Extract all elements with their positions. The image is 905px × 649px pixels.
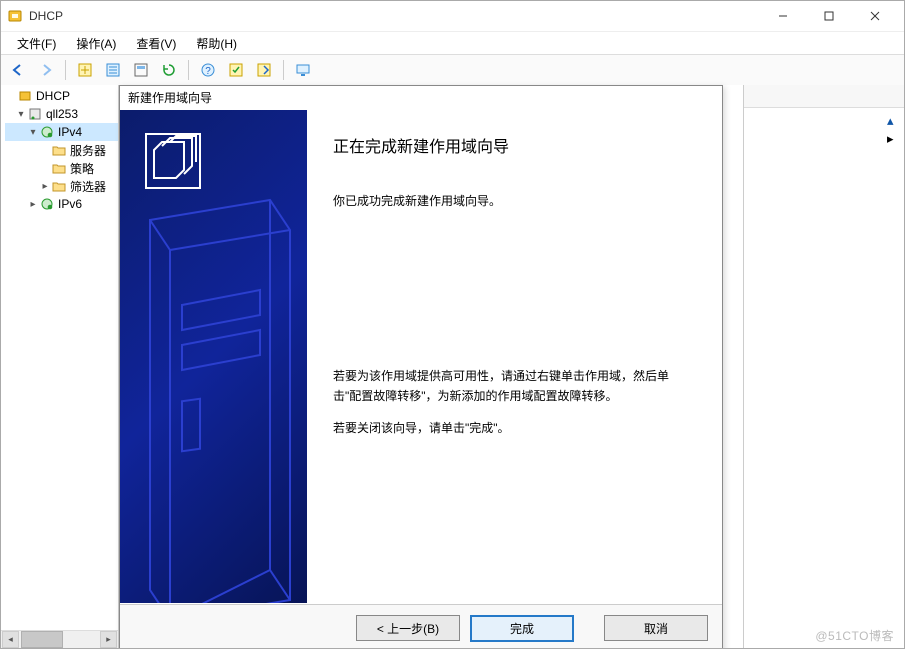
tree-ipv6[interactable]: ▸ IPv6 (5, 195, 118, 213)
wizard-title: 新建作用域向导 (120, 86, 722, 112)
toolbar-action1-icon[interactable] (223, 57, 249, 83)
window-title: DHCP (29, 9, 760, 23)
scroll-left-icon[interactable]: ◂ (2, 631, 19, 648)
wizard-footer: < 上一步(B) 完成 取消 (120, 604, 722, 649)
horizontal-scrollbar[interactable]: ◂ ▸ (1, 630, 118, 648)
menu-view[interactable]: 查看(V) (126, 33, 186, 54)
wizard-text-1: 你已成功完成新建作用域向导。 (333, 191, 696, 211)
tree-filters[interactable]: ▸ 筛选器 (5, 177, 118, 195)
wizard-heading: 正在完成新建作用域向导 (333, 134, 696, 161)
nav-back-button[interactable] (5, 57, 31, 83)
main-body: DHCP ▾ qll253 ▾ IPv4 服务器 策略 ▸ (1, 85, 904, 648)
toolbar-separator (65, 60, 66, 80)
wizard-main: 正在完成新建作用域向导 你已成功完成新建作用域向导。 若要为该作用域提供高可用性… (307, 110, 722, 603)
toolbar-help-icon[interactable]: ? (195, 57, 221, 83)
toolbar-refresh-icon[interactable] (156, 57, 182, 83)
toolbar: ? (1, 54, 904, 86)
server-artwork-icon (120, 110, 307, 603)
dhcp-icon (17, 88, 33, 104)
tree-ipv4[interactable]: ▾ IPv4 (5, 123, 118, 141)
maximize-button[interactable] (806, 2, 852, 31)
actions-pane: ▴ ▸ (743, 85, 904, 648)
toolbar-display-icon[interactable] (290, 57, 316, 83)
nav-forward-button[interactable] (33, 57, 59, 83)
actions-header (744, 85, 904, 108)
toolbar-action2-icon[interactable] (251, 57, 277, 83)
menu-help[interactable]: 帮助(H) (186, 33, 247, 54)
app-icon (7, 8, 23, 24)
scroll-right-icon[interactable]: ▸ (100, 631, 117, 648)
menu-action[interactable]: 操作(A) (66, 33, 126, 54)
app-window: DHCP 文件(F) 操作(A) 查看(V) 帮助(H) ? (0, 0, 905, 649)
wizard-text-2: 若要为该作用域提供高可用性，请通过右键单击作用域，然后单击"配置故障转移"，为新… (333, 366, 696, 407)
menu-bar: 文件(F) 操作(A) 查看(V) 帮助(H) (1, 32, 904, 54)
chevron-right-icon[interactable]: ▸ (27, 199, 39, 210)
window-buttons (760, 2, 898, 31)
toolbar-new-icon[interactable] (72, 57, 98, 83)
toolbar-separator (283, 60, 284, 80)
back-button[interactable]: < 上一步(B) (356, 615, 460, 641)
tree-server-options[interactable]: 服务器 (5, 141, 118, 159)
tree-label: IPv4 (58, 125, 82, 139)
chevron-down-icon[interactable]: ▾ (27, 127, 39, 138)
toolbar-details-icon[interactable] (100, 57, 126, 83)
close-button[interactable] (852, 2, 898, 31)
tree-label: DHCP (36, 89, 70, 103)
server-icon (27, 106, 43, 122)
toolbar-props-icon[interactable] (128, 57, 154, 83)
expand-right-icon[interactable]: ▸ (887, 131, 901, 145)
chevron-down-icon[interactable]: ▾ (15, 109, 27, 120)
watermark: @51CTO博客 (815, 627, 894, 644)
tree-label: 服务器 (70, 142, 106, 159)
chevron-right-icon[interactable]: ▸ (39, 181, 51, 192)
tree-label: 筛选器 (70, 178, 106, 195)
tree-label: IPv6 (58, 197, 82, 211)
tree-label: qll253 (46, 107, 78, 121)
tree-pane[interactable]: DHCP ▾ qll253 ▾ IPv4 服务器 策略 ▸ (1, 85, 119, 648)
tree-label: 策略 (70, 160, 94, 177)
tree-policies[interactable]: 策略 (5, 159, 118, 177)
ipv6-icon (39, 196, 55, 212)
wizard-body: 正在完成新建作用域向导 你已成功完成新建作用域向导。 若要为该作用域提供高可用性… (120, 110, 722, 603)
content-pane: ▴ ▸ 新建作用域向导 (119, 85, 904, 648)
filter-folder-icon (51, 178, 67, 194)
wizard-dialog: 新建作用域向导 (119, 85, 723, 649)
tree-root[interactable]: DHCP (5, 87, 118, 105)
cancel-button[interactable]: 取消 (604, 615, 708, 641)
finish-button[interactable]: 完成 (470, 615, 574, 642)
toolbar-separator (188, 60, 189, 80)
menu-file[interactable]: 文件(F) (7, 33, 66, 54)
wizard-side-banner (120, 110, 307, 603)
scroll-thumb[interactable] (21, 631, 63, 648)
tree-server[interactable]: ▾ qll253 (5, 105, 118, 123)
svg-text:?: ? (205, 66, 211, 77)
collapse-up-icon[interactable]: ▴ (887, 113, 901, 127)
title-bar: DHCP (1, 1, 904, 32)
folder-icon (51, 160, 67, 176)
folder-icon (51, 142, 67, 158)
ipv4-icon (39, 124, 55, 140)
minimize-button[interactable] (760, 2, 806, 31)
wizard-text-3: 若要关闭该向导，请单击"完成"。 (333, 418, 696, 438)
